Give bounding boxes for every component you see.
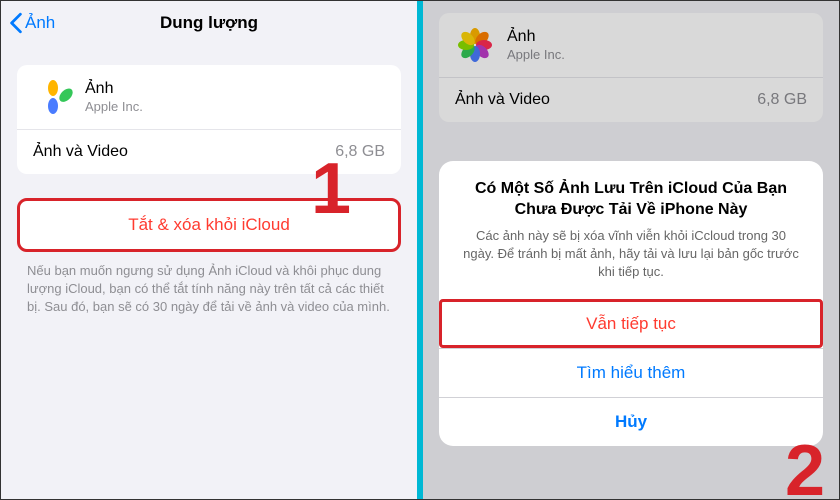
app-publisher: Apple Inc. bbox=[85, 99, 143, 114]
page-title: Dung lượng bbox=[1, 13, 417, 33]
annotation-step-number: 1 bbox=[311, 153, 351, 225]
learn-more-label: Tìm hiểu thêm bbox=[577, 363, 686, 382]
footer-description: Nếu bạn muốn ngưng sử dụng Ảnh iCloud và… bbox=[27, 262, 391, 317]
cancel-button[interactable]: Hủy bbox=[439, 397, 823, 446]
sheet-title: Có Một Số Ảnh Lưu Trên iCloud Của Bạn Ch… bbox=[459, 179, 803, 221]
continue-button[interactable]: Vẫn tiếp tục bbox=[439, 299, 823, 348]
app-name: Ảnh bbox=[85, 80, 143, 98]
annotation-step-number: 2 bbox=[785, 435, 825, 499]
disable-delete-label: Tắt & xóa khỏi iCloud bbox=[128, 215, 290, 234]
screen-right-confirm: Ảnh Apple Inc. Ảnh và Video 6,8 GB Có Mộ… bbox=[423, 1, 839, 499]
screen-left-settings: Ảnh Dung lượng bbox=[1, 1, 417, 499]
app-header-row: Ảnh Apple Inc. bbox=[17, 65, 401, 130]
nav-bar: Ảnh Dung lượng bbox=[1, 1, 417, 45]
cancel-label: Hủy bbox=[615, 412, 647, 431]
continue-label: Vẫn tiếp tục bbox=[586, 314, 676, 333]
photos-app-icon bbox=[33, 77, 73, 117]
sheet-message: Các ảnh này sẽ bị xóa vĩnh viễn khỏi iCc… bbox=[459, 227, 803, 282]
learn-more-button[interactable]: Tìm hiểu thêm bbox=[439, 348, 823, 397]
storage-row-label: Ảnh và Video bbox=[33, 143, 128, 161]
confirmation-sheet: Có Một Số Ảnh Lưu Trên iCloud Của Bạn Ch… bbox=[439, 161, 823, 446]
